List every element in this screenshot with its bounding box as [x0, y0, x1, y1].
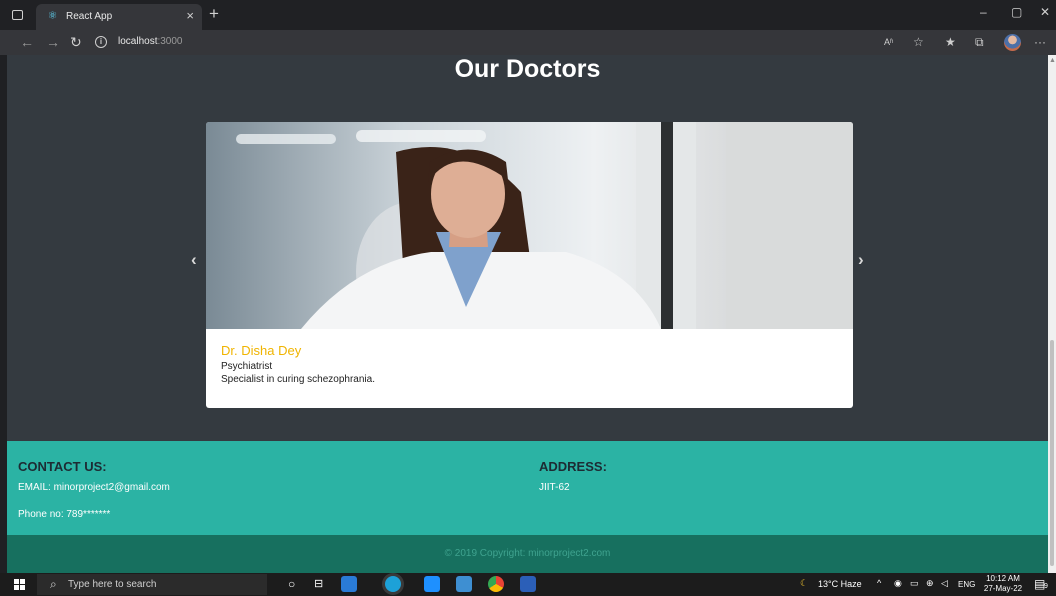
collections-icon[interactable]: ⧉ — [975, 34, 984, 50]
address-bar-row: ← → ↻ i localhost:3000 Aʱ ☆ ★ ⧉ ··· — [0, 30, 1056, 55]
weather-text[interactable]: 13°C Haze — [818, 579, 862, 589]
new-tab-button[interactable]: + — [209, 4, 219, 24]
close-window-button[interactable]: ✕ — [1040, 5, 1050, 19]
doctor-card: Dr. Disha Dey Psychiatrist Specialist in… — [206, 122, 853, 408]
windows-start-icon[interactable] — [14, 579, 25, 590]
doctor-name: Dr. Disha Dey — [221, 343, 302, 358]
back-icon[interactable]: ← — [20, 33, 34, 51]
doctor-description: Specialist in curing schezophrania. — [221, 374, 375, 385]
globe-icon[interactable]: ⊕ — [926, 578, 934, 589]
profile-avatar[interactable] — [1004, 34, 1021, 51]
tab-actions-icon[interactable] — [12, 10, 23, 20]
clock[interactable]: 10:12 AM 27-May-22 — [983, 574, 1023, 594]
url-port: :3000 — [157, 36, 183, 47]
site-info-icon[interactable]: i — [95, 36, 107, 48]
address-heading: ADDRESS: — [539, 459, 607, 474]
minimize-button[interactable]: – — [980, 5, 987, 19]
read-aloud-icon[interactable]: Aʱ — [884, 34, 893, 50]
url-field[interactable]: localhost:3000 — [118, 36, 183, 47]
file-explorer-icon[interactable] — [456, 576, 472, 592]
word-icon[interactable] — [520, 576, 536, 592]
url-host: localhost — [118, 36, 158, 47]
page-viewport: Our Doctors ‹ Dr. Disha Dey Psychiatrist… — [7, 55, 1048, 573]
network-icon[interactable]: ◉ — [894, 578, 902, 589]
favorites-icon[interactable]: ★ — [945, 34, 956, 50]
vscode-icon[interactable] — [341, 576, 357, 592]
browser-tab-bar: ⚛ React App × + – ▢ ✕ — [0, 0, 1056, 30]
page-title: Our Doctors — [454, 55, 601, 83]
react-favicon-icon: ⚛ — [47, 10, 58, 22]
page-scrollbar[interactable]: ▲ — [1048, 55, 1056, 573]
copyright-bar: © 2019 Copyright: minorproject2.com — [7, 535, 1048, 573]
contact-email: EMAIL: minorproject2@gmail.com — [18, 482, 170, 493]
battery-icon[interactable]: ▭ — [910, 578, 919, 589]
language-indicator[interactable]: ENG — [958, 580, 975, 589]
tab-close-icon[interactable]: × — [186, 9, 194, 23]
contact-heading: CONTACT US: — [18, 459, 107, 474]
doctor-photo — [206, 122, 853, 329]
favorites-add-icon[interactable]: ☆ — [913, 34, 924, 50]
scroll-up-icon[interactable]: ▲ — [1049, 57, 1056, 64]
clock-date: 27-May-22 — [983, 584, 1023, 593]
search-placeholder: Type here to search — [68, 579, 157, 590]
edge-browser-icon[interactable] — [385, 576, 401, 592]
chrome-icon[interactable] — [488, 576, 504, 592]
mail-icon[interactable] — [424, 576, 440, 592]
site-footer: CONTACT US: EMAIL: minorproject2@gmail.c… — [7, 441, 1048, 535]
windows-taskbar: ⌕ Type here to search ○ ⊟ ☾ 13°C Haze ^ … — [0, 573, 1056, 596]
cortana-icon[interactable]: ○ — [288, 577, 295, 591]
address-text: JIIT-62 — [539, 482, 570, 493]
reload-icon[interactable]: ↻ — [70, 33, 82, 51]
weather-icon[interactable]: ☾ — [800, 578, 808, 589]
carousel-prev-icon[interactable]: ‹ — [191, 250, 197, 270]
more-icon[interactable]: ··· — [1034, 34, 1046, 50]
maximize-button[interactable]: ▢ — [1011, 5, 1022, 19]
volume-icon[interactable]: ◁ — [941, 578, 948, 589]
doctor-role: Psychiatrist — [221, 361, 273, 372]
taskbar-search[interactable]: ⌕ Type here to search — [37, 574, 267, 595]
tray-overflow-icon[interactable]: ^ — [877, 578, 881, 588]
contact-phone: Phone no: 789******* — [18, 509, 111, 520]
search-icon: ⌕ — [50, 577, 57, 591]
card-body: Dr. Disha Dey Psychiatrist Specialist in… — [221, 343, 375, 385]
tab-title: React App — [66, 11, 113, 22]
scrollbar-thumb[interactable] — [1050, 340, 1054, 566]
clock-time: 10:12 AM — [986, 574, 1020, 583]
forward-icon[interactable]: → — [46, 33, 60, 51]
task-view-icon[interactable]: ⊟ — [314, 577, 323, 590]
carousel-next-icon[interactable]: › — [858, 250, 864, 270]
notification-count: 9 — [1044, 583, 1048, 590]
browser-tab[interactable]: ⚛ React App × — [36, 4, 202, 30]
